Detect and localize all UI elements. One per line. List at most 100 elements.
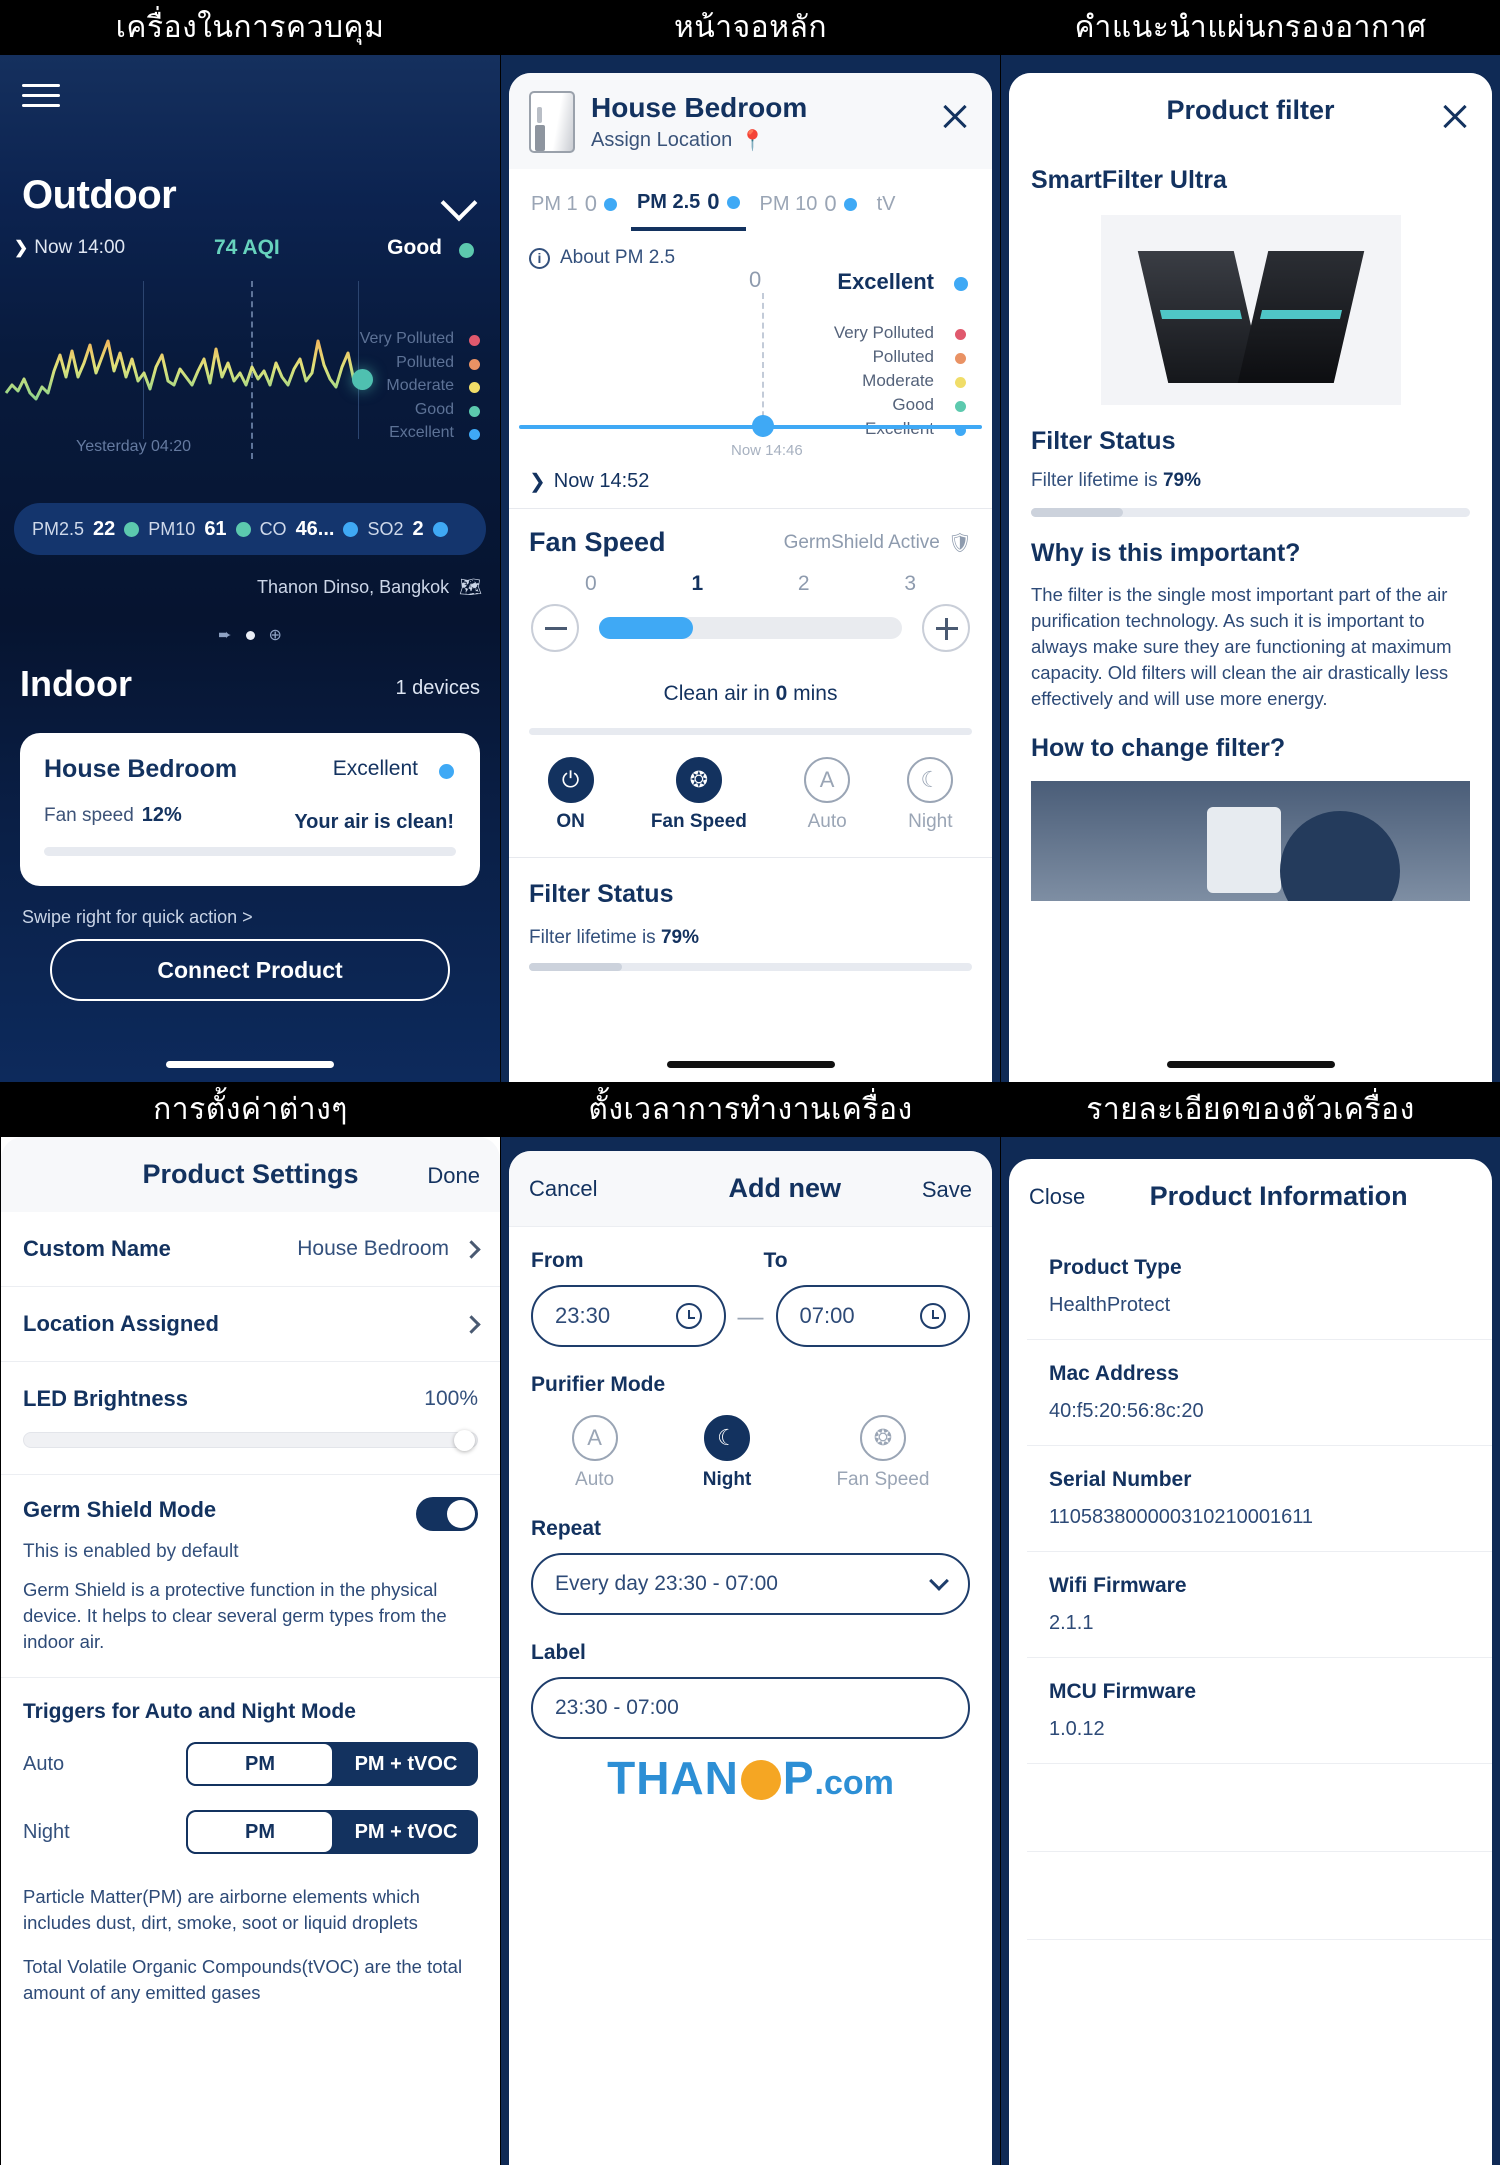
map-icon[interactable]: 🗺 <box>459 577 482 598</box>
purifier-mode-options[interactable]: A Auto ☾ Night ❂ Fan Speed <box>509 1397 992 1491</box>
filter-status-title: Filter Status <box>529 880 674 908</box>
watermark-com: .com <box>814 1764 894 1802</box>
moon-icon-2: ☾ <box>704 1415 750 1461</box>
close-icon[interactable] <box>940 101 970 131</box>
schedule-mode-auto-label: Auto <box>575 1469 615 1490</box>
mode-auto[interactable]: A Auto <box>804 757 851 833</box>
auto-icon: A <box>804 757 851 803</box>
tab-tvoc[interactable]: tV <box>871 191 902 228</box>
label-value: 23:30 - 07:00 <box>555 1696 679 1719</box>
schedule-mode-fan[interactable]: ❂ Fan Speed <box>836 1415 929 1491</box>
night-seg-pm-tvoc[interactable]: PM + tVOC <box>334 1810 478 1854</box>
label-input[interactable]: 23:30 - 07:00 <box>531 1677 970 1739</box>
filter-lifetime-row: Filter lifetime is 79% <box>529 927 972 949</box>
add-icon[interactable]: ⊕ <box>269 625 282 645</box>
pollutant-tabs[interactable]: PM 1 0 PM 2.5 0 PM 10 0 tV <box>509 169 992 231</box>
info-sheet: Close Product Information Product Type H… <box>1009 1159 1492 2165</box>
tab-pm25-value: 0 <box>707 189 720 214</box>
schedule-mode-auto[interactable]: A Auto <box>571 1415 618 1491</box>
from-time-input[interactable]: 23:30 <box>531 1285 726 1347</box>
legend-label: Good <box>892 395 934 414</box>
schedule-mode-night[interactable]: ☾ Night <box>703 1415 751 1491</box>
info-key: MCU Firmware <box>1049 1680 1197 1703</box>
location-row[interactable]: Thanon Dinso, Bangkok 🗺 <box>257 577 482 598</box>
indoor-title: Indoor <box>20 663 132 704</box>
chevron-down-icon[interactable] <box>440 184 478 222</box>
mode-auto-label: Auto <box>807 811 847 832</box>
night-seg-pm[interactable]: PM <box>186 1810 334 1854</box>
save-button[interactable]: Save <box>922 1177 972 1203</box>
done-button[interactable]: Done <box>427 1163 480 1189</box>
led-brightness-value: 100% <box>424 1387 478 1410</box>
germ-shield-label: Germ Shield Mode <box>23 1497 217 1522</box>
row-location-assigned[interactable]: Location Assigned <box>1 1287 500 1362</box>
device-card[interactable]: House Bedroom Excellent Fan speed 12% You… <box>20 733 480 886</box>
repeat-select[interactable]: Every day 23:30 - 07:00 <box>531 1553 970 1615</box>
connect-product-button[interactable]: Connect Product <box>50 939 450 1001</box>
mode-night[interactable]: ☾ Night <box>907 757 954 833</box>
outdoor-now-row[interactable]: ❯ Now 14:00 74 AQI Good <box>14 236 482 259</box>
night-trigger-row[interactable]: Night PM PM + tVOC <box>1 1798 500 1866</box>
fan-speed-slider[interactable] <box>599 617 902 639</box>
led-brightness-slider[interactable] <box>23 1430 478 1451</box>
tab-pm10[interactable]: PM 10 0 <box>754 189 863 229</box>
pm25-chart[interactable]: 0 Excellent Very Polluted Polluted Moder… <box>509 267 992 463</box>
why-important-body: The filter is the single most important … <box>1031 584 1452 709</box>
about-row[interactable]: i About PM 2.5 <box>509 231 992 269</box>
product-information-screen: Close Product Information Product Type H… <box>1001 1137 1500 2165</box>
close-icon-2[interactable] <box>1440 101 1470 131</box>
mode-on[interactable]: ⏻ ON <box>547 757 594 833</box>
chevron-down-icon-2 <box>929 1571 949 1591</box>
label-label: Label <box>531 1641 586 1664</box>
chip-dot-co <box>343 521 359 537</box>
close-button[interactable]: Close <box>1029 1184 1085 1210</box>
fan-speed-slider-row[interactable] <box>509 596 992 652</box>
auto-seg-pm-tvoc[interactable]: PM + tVOC <box>334 1742 478 1786</box>
menu-icon[interactable] <box>22 77 60 114</box>
panel-control-device: เครื่องในการควบคุม Outdoor ❯ Now 14:00 7… <box>0 0 500 1082</box>
pollutant-chips[interactable]: PM2.5 22 PM10 61 CO 46... SO2 2 <box>14 503 486 555</box>
aqi-history-chart[interactable]: Very Polluted Polluted Moderate Good Exc… <box>0 275 500 475</box>
auto-trigger-segmented[interactable]: PM PM + tVOC <box>186 1742 478 1786</box>
auto-trigger-row[interactable]: Auto PM PM + tVOC <box>1 1730 500 1798</box>
device-card-progress <box>44 847 456 856</box>
tab-pm1[interactable]: PM 1 0 <box>525 189 623 229</box>
tab-pm25[interactable]: PM 2.5 0 <box>630 187 746 231</box>
chart-legend-labels: Very Polluted Polluted Moderate Good Exc… <box>360 327 454 445</box>
navigate-icon[interactable]: ➨ <box>218 625 231 645</box>
germ-shield-toggle[interactable] <box>416 1497 478 1531</box>
phone-frame-3: Product filter SmartFilter Ultra Filter … <box>1001 55 1500 1082</box>
device-sheet-header: House Bedroom Assign Location 📍 <box>509 73 992 169</box>
custom-name-label: Custom Name <box>23 1236 171 1261</box>
cancel-button[interactable]: Cancel <box>529 1176 597 1202</box>
assign-location-row[interactable]: Assign Location 📍 <box>591 128 807 153</box>
auto-icon-2: A <box>571 1415 618 1461</box>
decrease-button[interactable] <box>531 604 579 652</box>
tab-pm10-label: PM 10 <box>759 192 818 215</box>
page-dot[interactable] <box>245 630 255 640</box>
led-slider-row[interactable] <box>1 1418 500 1475</box>
tab-pm25-label: PM 2.5 <box>636 190 701 213</box>
panel-schedule: ตั้งเวลาการทำงานเครื่อง Cancel Add new S… <box>500 1082 1000 2165</box>
row-custom-name[interactable]: Custom Name House Bedroom <box>1 1212 500 1287</box>
mode-buttons[interactable]: ⏻ ON ❂ Fan Speed A Auto ☾ Night <box>509 735 992 833</box>
led-brightness-label: LED Brightness <box>23 1386 189 1411</box>
chip-dot-pm10 <box>235 521 251 537</box>
page-indicator[interactable]: ➨ ⊕ <box>0 625 500 645</box>
now-row[interactable]: ❯ Now 14:52 <box>509 463 992 509</box>
tab-pm25-dot <box>726 195 740 209</box>
auto-seg-pm[interactable]: PM <box>186 1742 334 1786</box>
chip-value-pm10: 61 <box>204 517 227 540</box>
info-key: Mac Address <box>1049 1362 1179 1385</box>
panel-settings: การตั้งค่าต่างๆ Product Settings Done Cu… <box>0 1082 500 2165</box>
filter-product-name: SmartFilter Ultra <box>1031 166 1227 194</box>
legend-label: Polluted <box>396 353 454 371</box>
from-time-value: 23:30 <box>555 1303 611 1328</box>
night-trigger-segmented[interactable]: PM PM + tVOC <box>186 1810 478 1854</box>
time-inputs-row[interactable]: 23:30 — 07:00 <box>509 1273 992 1347</box>
quality-dot <box>459 243 474 258</box>
mode-fan-speed[interactable]: ❂ Fan Speed <box>651 757 747 833</box>
triggers-title: Triggers for Auto and Night Mode <box>23 1700 356 1723</box>
increase-button[interactable] <box>922 604 970 652</box>
to-time-input[interactable]: 07:00 <box>775 1285 970 1347</box>
